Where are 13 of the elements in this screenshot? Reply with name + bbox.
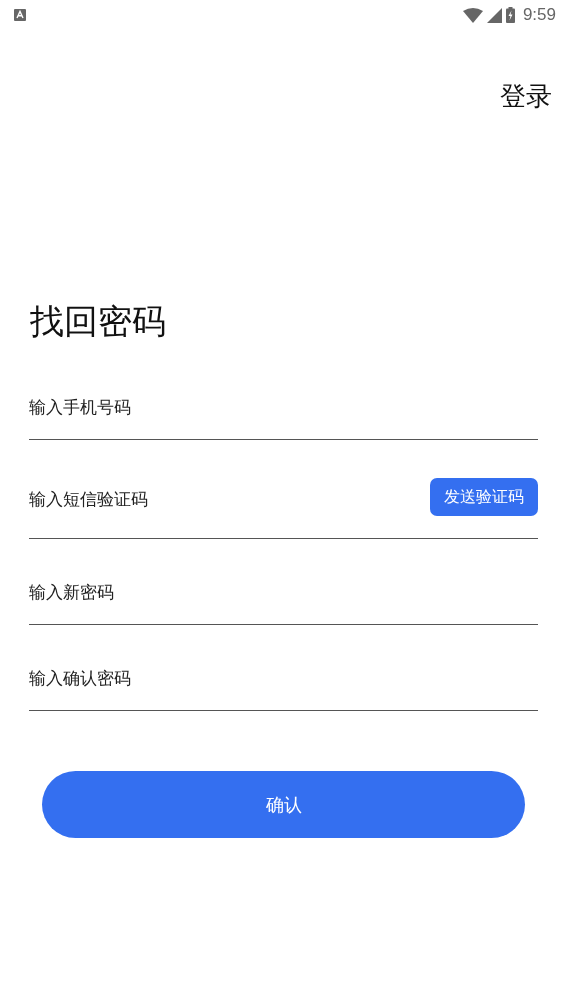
wifi-icon <box>462 7 483 23</box>
status-time: 9:59 <box>522 5 556 25</box>
app-notification-icon <box>14 9 26 21</box>
login-link[interactable]: 登录 <box>500 76 552 116</box>
battery-charging-icon <box>505 7 515 23</box>
confirm-button[interactable]: 确认 <box>42 771 525 838</box>
input-field[interactable]: 输入新密码 <box>29 581 538 602</box>
input-field[interactable]: 输入短信验证码 <box>29 489 430 509</box>
page-title: 找回密码 <box>30 300 167 343</box>
send-code-button[interactable]: 发送验证码 <box>430 478 538 516</box>
input-field[interactable]: 输入手机号码 <box>29 396 538 417</box>
signal-icon <box>486 7 502 23</box>
input-field[interactable]: 输入确认密码 <box>29 667 538 688</box>
